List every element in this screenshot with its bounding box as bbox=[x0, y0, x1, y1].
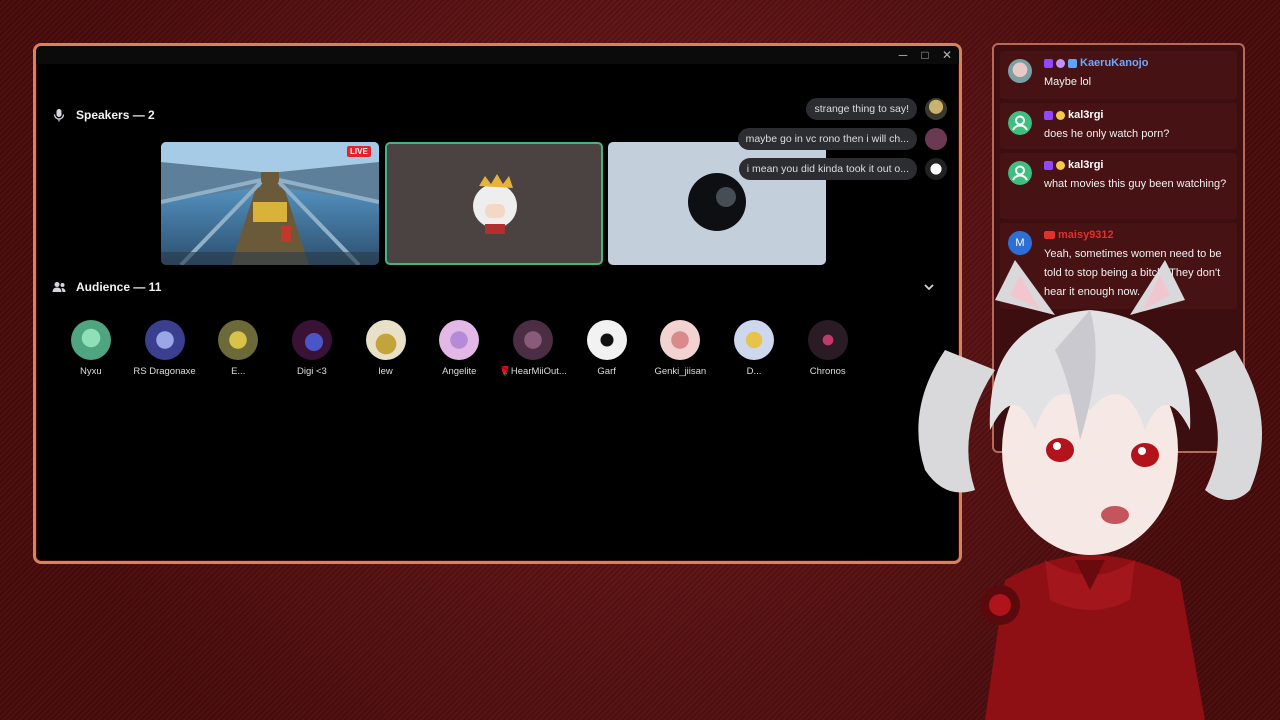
member-name: lew bbox=[378, 366, 393, 377]
stage-window: ─ □ ✕ Speakers — 2 LIVE strange thing to… bbox=[33, 43, 962, 564]
audience-member[interactable]: Angelite bbox=[422, 320, 496, 377]
chat-message: kal3rgi does he only watch porn? bbox=[1000, 103, 1237, 149]
member-name: D... bbox=[746, 366, 762, 377]
avatar bbox=[291, 320, 332, 360]
chat-text: what movies this guy been watching? bbox=[1044, 178, 1227, 190]
close-button[interactable]: ✕ bbox=[941, 48, 953, 62]
chat-text: Maybe lol bbox=[1044, 76, 1092, 88]
member-name: Chronos bbox=[809, 366, 846, 377]
sub-badge-icon bbox=[1044, 58, 1053, 68]
chat-text: does he only watch porn? bbox=[1044, 128, 1170, 140]
member-name: E... bbox=[231, 366, 246, 377]
recent-messages: strange thing to say! maybe go in vc ron… bbox=[737, 98, 947, 180]
audience-header: Audience — 11 bbox=[52, 280, 161, 294]
audience-member[interactable]: D... bbox=[717, 320, 791, 377]
avatar bbox=[660, 320, 701, 360]
avatar bbox=[365, 320, 406, 360]
recent-message: strange thing to say! bbox=[806, 98, 947, 120]
member-name: Digi <3 bbox=[296, 366, 327, 377]
chat-username: maisy9312 bbox=[1058, 229, 1114, 241]
audience-member[interactable]: E... bbox=[201, 320, 275, 377]
chat-username: kal3rgi bbox=[1068, 159, 1104, 171]
member-name: Nyxu bbox=[80, 366, 102, 377]
avatar bbox=[734, 320, 775, 360]
maximize-button[interactable]: □ bbox=[919, 48, 931, 62]
chat-message: KaeruKanojo Maybe lol bbox=[1000, 51, 1237, 99]
speakers-header: Speakers — 2 bbox=[52, 108, 155, 122]
avatar bbox=[586, 320, 627, 360]
audience-member[interactable]: 🌹HearMiiOut... bbox=[496, 320, 570, 377]
recent-message: i mean you did kinda took it out o... bbox=[738, 158, 947, 180]
user-icon bbox=[1008, 161, 1032, 185]
audience-member[interactable]: Digi <3 bbox=[275, 320, 349, 377]
avatar-image bbox=[473, 174, 517, 234]
chat-username: kal3rgi bbox=[1068, 109, 1104, 121]
audience-member[interactable]: lew bbox=[349, 320, 423, 377]
avatar bbox=[925, 98, 947, 120]
avatar bbox=[807, 320, 848, 360]
message-bubble: i mean you did kinda took it out o... bbox=[738, 158, 917, 180]
audience-member[interactable]: Chronos bbox=[791, 320, 865, 377]
minimize-button[interactable]: ─ bbox=[897, 48, 909, 62]
audience-member[interactable]: Garf bbox=[570, 320, 644, 377]
member-name: 🌹HearMiiOut... bbox=[499, 366, 567, 377]
avatar bbox=[512, 320, 553, 360]
youtube-icon bbox=[1044, 231, 1055, 239]
audience-label: Audience — 11 bbox=[76, 280, 162, 294]
avatar bbox=[218, 320, 259, 360]
speaker-tile-avatar[interactable] bbox=[385, 142, 603, 265]
title-bar: ─ □ ✕ bbox=[36, 46, 959, 64]
avatar bbox=[144, 320, 185, 360]
avatar bbox=[925, 158, 947, 180]
star-badge-icon bbox=[1056, 58, 1065, 68]
member-name: Angelite bbox=[442, 366, 477, 377]
chat-message: kal3rgi what movies this guy been watchi… bbox=[1000, 153, 1237, 219]
avatar bbox=[1008, 59, 1032, 83]
audience-list: Nyxu RS Dragonaxe E... Digi <3 lew Angel… bbox=[54, 320, 865, 377]
sub-badge-icon bbox=[1044, 160, 1053, 170]
audience-member[interactable]: Genki_jiisan bbox=[644, 320, 718, 377]
people-icon bbox=[52, 282, 66, 292]
avatar: M bbox=[1008, 231, 1032, 255]
vtuber-avatar bbox=[918, 260, 1262, 720]
recent-message: maybe go in vc rono then i will ch... bbox=[737, 128, 947, 150]
chat-username: KaeruKanojo bbox=[1080, 57, 1149, 69]
audience-member[interactable]: Nyxu bbox=[54, 320, 128, 377]
user-icon bbox=[1008, 111, 1032, 135]
member-name: Genki_jiisan bbox=[654, 366, 707, 377]
message-bubble: maybe go in vc rono then i will ch... bbox=[737, 128, 917, 150]
hand-badge-icon bbox=[1056, 160, 1065, 170]
sub-badge-icon bbox=[1044, 110, 1053, 120]
audience-member[interactable]: RS Dragonaxe bbox=[128, 320, 202, 377]
live-badge: LIVE bbox=[347, 146, 371, 157]
message-bubble: strange thing to say! bbox=[806, 98, 917, 120]
hand-badge-icon bbox=[1056, 110, 1065, 120]
game-stream-preview bbox=[161, 142, 379, 265]
speakers-label: Speakers — 2 bbox=[76, 108, 155, 122]
avatar bbox=[439, 320, 480, 360]
avatar bbox=[925, 128, 947, 150]
stream-tile-game[interactable]: LIVE bbox=[161, 142, 379, 265]
member-name: Garf bbox=[597, 366, 616, 377]
microphone-icon bbox=[53, 109, 65, 122]
member-name: RS Dragonaxe bbox=[133, 366, 196, 377]
avatar bbox=[70, 320, 111, 360]
gift-badge-icon bbox=[1068, 58, 1077, 68]
